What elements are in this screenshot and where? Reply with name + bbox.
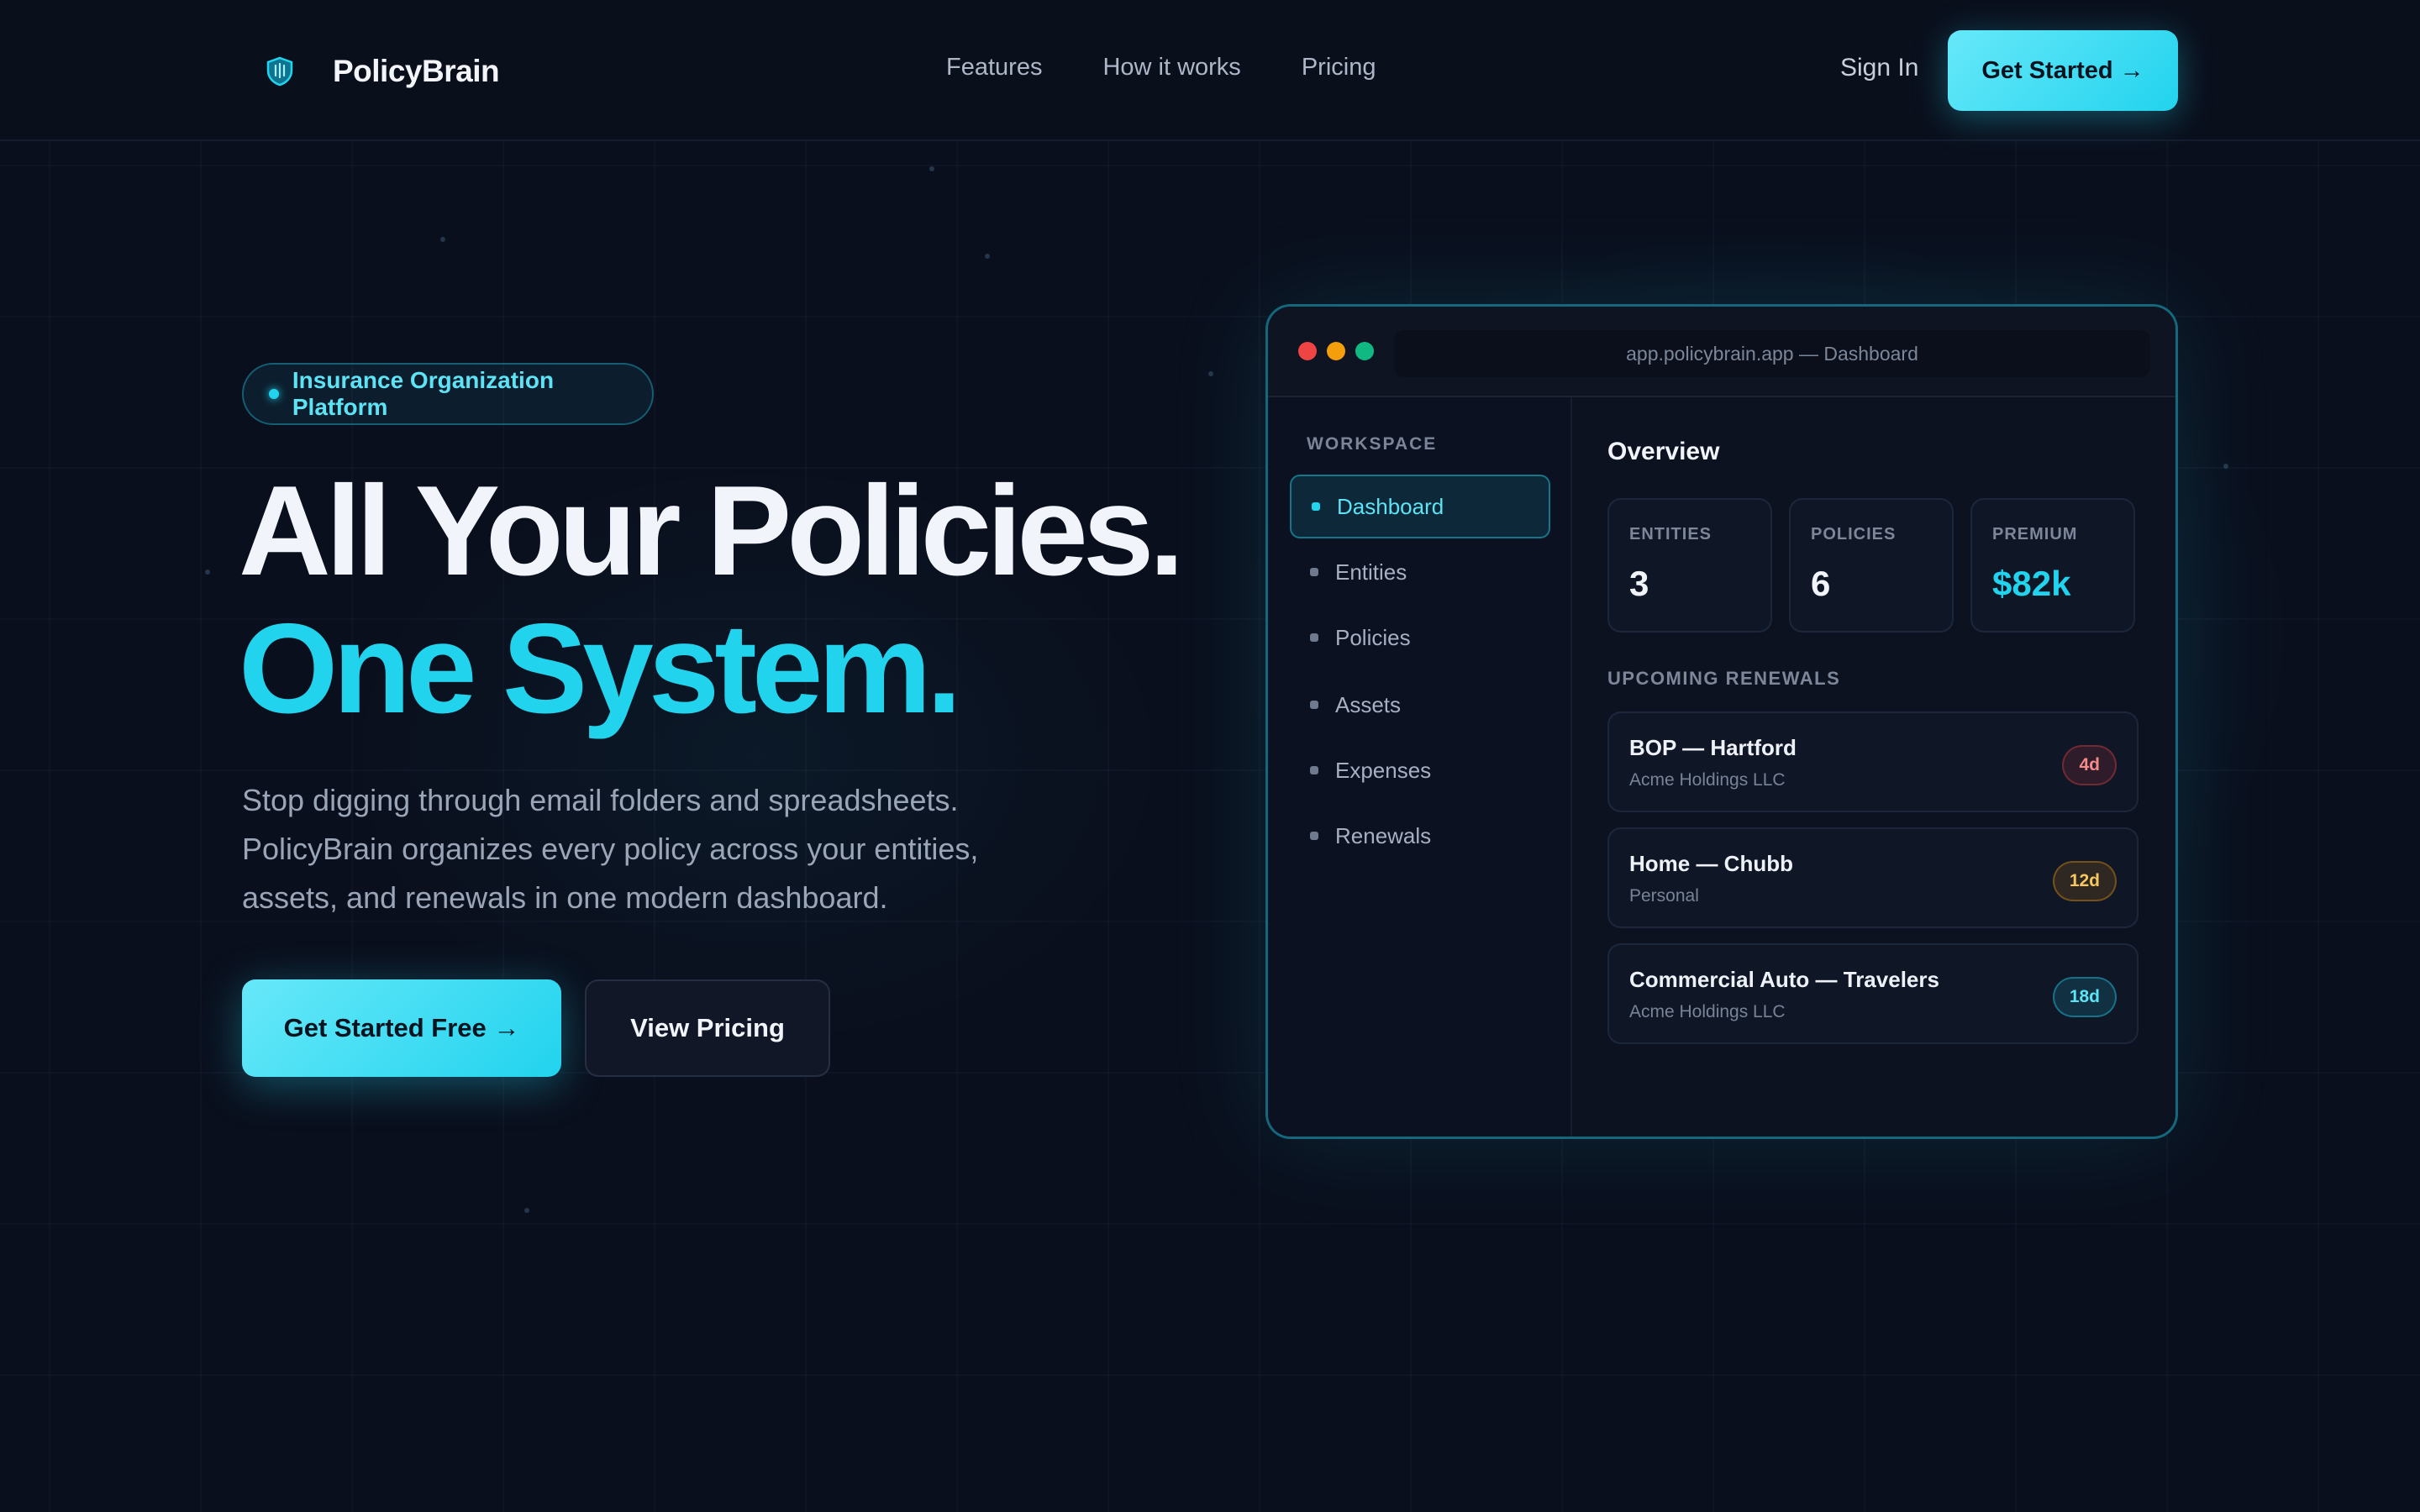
renewal-item[interactable]: Commercial Auto — Travelers Acme Holding… <box>1607 943 2139 1044</box>
sidebar-item-renewals[interactable]: Renewals <box>1290 804 1550 868</box>
background-particle <box>929 166 934 171</box>
get-started-button[interactable]: Get Started → <box>1948 30 2178 111</box>
bullet-icon <box>1310 701 1318 709</box>
renewal-title: Home — Chubb <box>1629 851 1793 876</box>
background-particle <box>2223 464 2228 469</box>
background-particle <box>440 237 445 242</box>
hero-headline-line-2: One System. <box>239 597 962 740</box>
nav-links: Features How it works Pricing <box>946 54 1376 81</box>
renewal-title: Commercial Auto — Travelers <box>1629 967 1939 992</box>
renewal-subtitle: Acme Holdings LLC <box>1629 770 1786 790</box>
close-dot-icon <box>1298 342 1317 360</box>
maximize-dot-icon <box>1355 342 1374 360</box>
days-until-badge: 12d <box>2052 861 2117 901</box>
brand-name: PolicyBrain <box>333 54 500 88</box>
background-particle <box>524 1208 529 1213</box>
minimize-dot-icon <box>1327 342 1345 360</box>
upcoming-renewals-label: UPCOMING RENEWALS <box>1607 668 1841 689</box>
brand-home-link[interactable]: PolicyBrain <box>252 44 500 99</box>
days-until-badge: 4d <box>2062 745 2117 785</box>
sidebar-item-policies[interactable]: Policies <box>1290 606 1550 669</box>
bullet-icon <box>1310 766 1318 774</box>
nav-link-how-it-works[interactable]: How it works <box>1102 54 1240 81</box>
background-particle <box>985 254 990 259</box>
renewal-item[interactable]: BOP — Hartford Acme Holdings LLC 4d <box>1607 711 2139 812</box>
renewal-subtitle: Personal <box>1629 886 1699 906</box>
landing-page: PolicyBrain Features How it works Pricin… <box>0 0 2420 1512</box>
sidebar-item-label: Expenses <box>1335 757 1432 783</box>
sidebar-item-expenses[interactable]: Expenses <box>1290 738 1550 802</box>
workspace-label: WORKSPACE <box>1307 434 1438 454</box>
background-particle <box>205 570 210 575</box>
get-started-free-button[interactable]: Get Started Free → <box>242 979 561 1077</box>
bullet-icon <box>1310 832 1318 840</box>
stat-value: 3 <box>1629 564 1649 603</box>
view-pricing-button[interactable]: View Pricing <box>585 979 830 1077</box>
stat-label: PREMIUM <box>1992 525 2078 543</box>
window-titlebar: app.policybrain.app — Dashboard <box>1268 307 2175 397</box>
overview-title: Overview <box>1607 438 1720 465</box>
stat-label: ENTITIES <box>1629 525 1712 543</box>
badge-dot <box>269 389 279 399</box>
renewal-subtitle: Acme Holdings LLC <box>1629 1002 1786 1021</box>
stat-value: $82k <box>1992 564 2071 603</box>
nav-link-features[interactable]: Features <box>946 54 1042 81</box>
shield-icon <box>252 44 308 99</box>
badge-text: Insurance Organization Platform <box>292 367 555 420</box>
sidebar-item-label: Dashboard <box>1337 493 1444 519</box>
bullet-icon <box>1310 633 1318 642</box>
hero-description: Stop digging through email folders and s… <box>242 783 979 915</box>
platform-badge: Insurance Organization Platform <box>242 363 654 425</box>
bullet-icon <box>1312 502 1320 511</box>
sidebar-item-label: Entities <box>1335 559 1407 585</box>
top-navigation: PolicyBrain Features How it works Pricin… <box>0 0 2420 141</box>
sidebar-item-label: Renewals <box>1335 822 1432 848</box>
days-until-badge: 18d <box>2052 977 2117 1017</box>
nav-link-pricing[interactable]: Pricing <box>1302 54 1376 81</box>
dashboard-preview-window: app.policybrain.app — Dashboard WORKSPAC… <box>1265 304 2178 1139</box>
hero-headline-line-1: All Your Policies. <box>239 459 1185 602</box>
stat-card-premium[interactable]: PREMIUM $82k <box>1970 498 2135 633</box>
stat-card-policies[interactable]: POLICIES 6 <box>1789 498 1954 633</box>
sidebar-item-assets[interactable]: Assets <box>1290 673 1550 737</box>
renewal-title: BOP — Hartford <box>1629 735 1797 760</box>
app-main: Overview ENTITIES 3 POLICIES 6 PREMIUM $… <box>1574 397 2175 1137</box>
sidebar-item-dashboard[interactable]: Dashboard <box>1290 475 1550 538</box>
background-particle <box>1208 371 1213 376</box>
renewal-item[interactable]: Home — Chubb Personal 12d <box>1607 827 2139 928</box>
sidebar-item-label: Assets <box>1335 691 1402 717</box>
stat-value: 6 <box>1811 564 1831 603</box>
sign-in-link[interactable]: Sign In <box>1840 54 1918 82</box>
stat-card-entities[interactable]: ENTITIES 3 <box>1607 498 1772 633</box>
app-sidebar: WORKSPACE Dashboard Entities Policies As… <box>1268 397 1572 1137</box>
bullet-icon <box>1310 568 1318 576</box>
address-bar: app.policybrain.app — Dashboard <box>1394 330 2150 377</box>
sidebar-item-entities[interactable]: Entities <box>1290 540 1550 604</box>
stat-label: POLICIES <box>1811 525 1897 543</box>
sidebar-item-label: Policies <box>1335 624 1411 650</box>
